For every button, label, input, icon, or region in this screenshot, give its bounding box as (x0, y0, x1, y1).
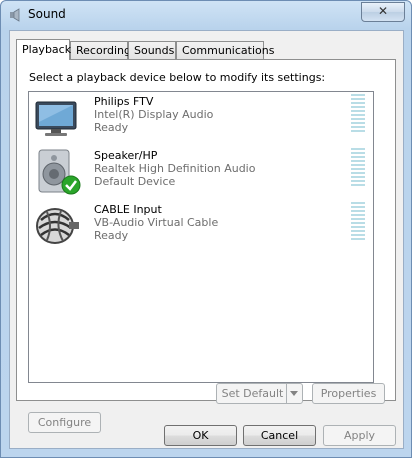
device-list[interactable]: Philips FTV Intel(R) Display Audio Ready (28, 91, 374, 383)
cancel-button[interactable]: Cancel (243, 425, 316, 446)
tab-communications[interactable]: Communications (176, 41, 274, 59)
device-item[interactable]: CABLE Input VB-Audio Virtual Cable Ready (29, 200, 373, 252)
ok-button[interactable]: OK (164, 425, 237, 446)
monitor-icon (35, 101, 77, 136)
device-status: Ready (94, 121, 129, 134)
cable-icon (36, 208, 79, 244)
playback-panel: Select a playback device below to modify… (16, 59, 396, 433)
device-driver: Realtek High Definition Audio (94, 162, 256, 175)
device-driver: VB-Audio Virtual Cable (94, 216, 219, 229)
chevron-down-icon[interactable] (286, 384, 302, 403)
set-default-button[interactable]: Set Default (216, 383, 303, 404)
tab-playback[interactable]: Playback (16, 39, 71, 60)
dialog-client-area: Playback Recording Sounds Communications… (9, 30, 404, 449)
device-name: Speaker/HP (94, 149, 158, 162)
close-button[interactable]: ✕ (361, 2, 405, 22)
close-icon: ✕ (377, 4, 389, 18)
window-title: Sound (28, 7, 66, 21)
speaker-icon (38, 149, 81, 195)
volume-meter (351, 148, 365, 191)
tab-recording[interactable]: Recording (70, 41, 131, 59)
volume-meter (351, 94, 365, 137)
device-status: Ready (94, 229, 129, 242)
sound-dialog: Sound ✕ Playback Recording Sounds Commun… (0, 0, 412, 458)
device-name: Philips FTV (94, 95, 154, 108)
tab-sounds[interactable]: Sounds (128, 41, 176, 59)
instruction-text: Select a playback device below to modify… (29, 71, 326, 84)
device-driver: Intel(R) Display Audio (94, 108, 214, 121)
configure-button[interactable]: Configure (28, 412, 101, 433)
set-default-label: Set Default (221, 387, 284, 400)
title-bar[interactable]: Sound ✕ (1, 1, 411, 29)
speaker-icon (10, 8, 20, 22)
device-item[interactable]: Philips FTV Intel(R) Display Audio Ready (29, 92, 373, 144)
device-name: CABLE Input (94, 203, 162, 216)
device-status: Default Device (94, 175, 176, 188)
volume-meter (351, 202, 365, 245)
apply-button[interactable]: Apply (323, 425, 396, 446)
properties-button[interactable]: Properties (312, 383, 385, 404)
device-item[interactable]: Speaker/HP Realtek High Definition Audio… (29, 146, 373, 198)
